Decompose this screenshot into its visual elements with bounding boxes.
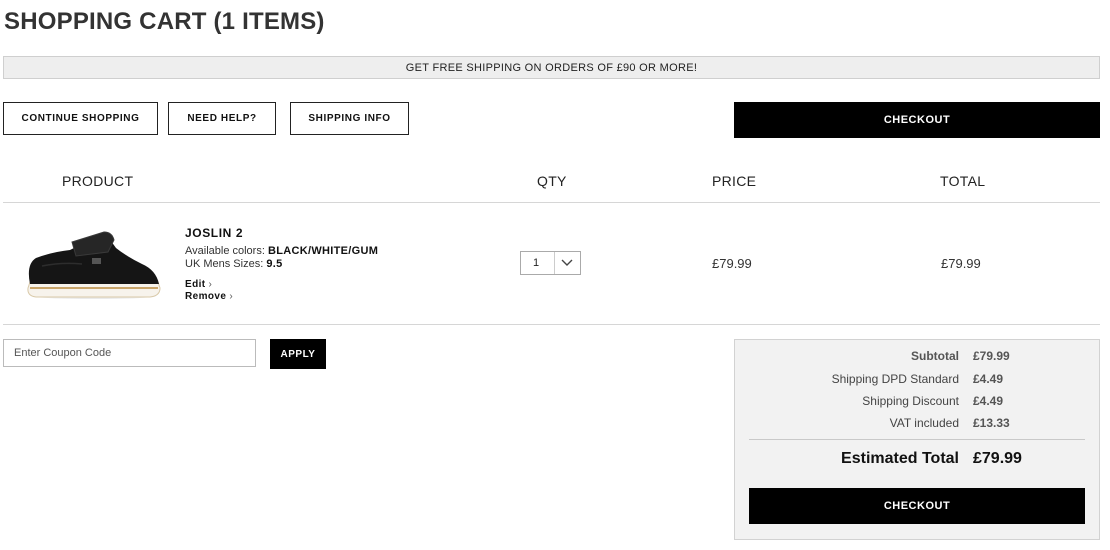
column-header-price: PRICE (712, 173, 757, 189)
chevron-right-icon: › (229, 291, 234, 302)
column-header-product: PRODUCT (62, 173, 134, 189)
need-help-button[interactable]: NEED HELP? (168, 102, 276, 135)
colors-label: Available colors: (185, 245, 265, 257)
continue-shopping-button[interactable]: CONTINUE SHOPPING (3, 102, 158, 135)
product-colors: Available colors: BLACK/WHITE/GUM (185, 245, 378, 257)
apply-coupon-button[interactable]: APPLY (270, 339, 326, 369)
product-name[interactable]: JOSLIN 2 (185, 226, 243, 240)
colors-value: BLACK/WHITE/GUM (267, 245, 379, 257)
subtotal-value: £79.99 (973, 349, 1010, 363)
quantity-value: 1 (533, 257, 540, 269)
page-title: SHOPPING CART (1 ITEMS) (4, 8, 325, 35)
item-price: £79.99 (712, 256, 752, 271)
discount-value: £4.49 (973, 394, 1004, 408)
vat-label: VAT included (889, 416, 959, 430)
shoe-image[interactable] (22, 222, 164, 302)
remove-label: Remove (185, 291, 227, 302)
shipping-info-button[interactable]: SHIPPING INFO (290, 102, 409, 135)
shipping-label: Shipping DPD Standard (831, 372, 959, 386)
item-total: £79.99 (941, 256, 981, 271)
table-bottom-divider (3, 324, 1100, 325)
shipping-value: £4.49 (973, 372, 1004, 386)
table-header-divider (3, 202, 1100, 203)
column-header-total: TOTAL (940, 173, 986, 189)
checkout-button-bottom[interactable]: CHECKOUT (749, 488, 1085, 524)
column-header-qty: QTY (537, 173, 567, 189)
edit-label: Edit (185, 279, 206, 290)
chevron-down-icon (553, 252, 580, 274)
summary-divider (749, 439, 1085, 440)
free-shipping-banner: GET FREE SHIPPING ON ORDERS OF £90 OR MO… (3, 56, 1100, 79)
subtotal-label: Subtotal (911, 349, 959, 363)
quantity-select[interactable]: 1 (520, 251, 581, 275)
sizes-label: UK Mens Sizes: (185, 258, 264, 270)
edit-item-link[interactable]: Edit › (185, 279, 212, 290)
chevron-right-icon: › (208, 279, 213, 290)
estimated-total-label: Estimated Total (841, 450, 959, 467)
checkout-button-top[interactable]: CHECKOUT (734, 102, 1100, 138)
sizes-value: 9.5 (266, 258, 283, 270)
estimated-total-value: £79.99 (973, 450, 1022, 467)
product-size: UK Mens Sizes: 9.5 (185, 258, 283, 270)
coupon-code-input[interactable] (3, 339, 256, 367)
discount-label: Shipping Discount (862, 394, 959, 408)
remove-item-link[interactable]: Remove › (185, 291, 233, 302)
vat-value: £13.33 (973, 416, 1010, 430)
